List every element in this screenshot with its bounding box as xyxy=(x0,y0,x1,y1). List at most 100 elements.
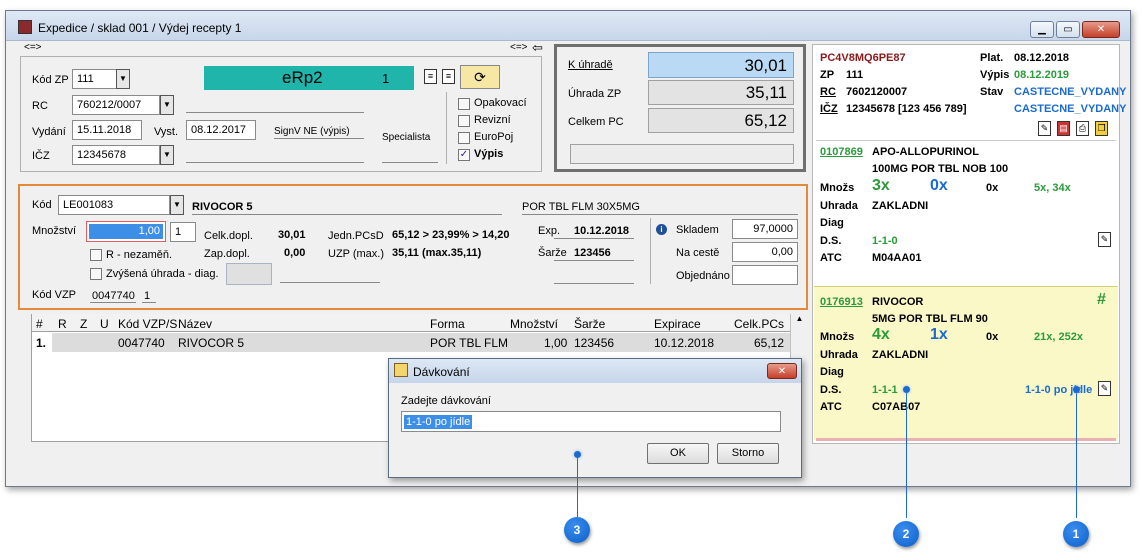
dosage-input[interactable]: 1-1-0 po jídle xyxy=(401,411,781,432)
card1-z: 0x xyxy=(986,182,999,194)
card1-q: 5x, 34x xyxy=(1034,182,1071,194)
marker1-line xyxy=(1076,388,1077,518)
row-sarze: 123456 xyxy=(574,336,615,350)
col-header-sarze[interactable]: Šarže xyxy=(574,317,605,331)
print-icon[interactable]: ⎙ xyxy=(1076,121,1089,136)
r-nezamen-checkbox[interactable] xyxy=(90,249,102,261)
col-header-num[interactable]: # xyxy=(36,317,43,331)
pdf-icon[interactable]: ▤ xyxy=(1057,121,1070,136)
side-icz-value: 12345678 [123 456 789] xyxy=(846,103,967,115)
dosage-input-value[interactable]: 1-1-0 po jídle xyxy=(404,415,473,429)
col-header-z[interactable]: Z xyxy=(80,317,87,331)
card2-x: 4x xyxy=(872,326,890,343)
kod-vzp-line xyxy=(90,302,136,303)
document-list-icon[interactable]: ≡ xyxy=(442,69,455,84)
card2-z: 0x xyxy=(986,331,999,343)
kod-zp-input[interactable]: 111 xyxy=(72,69,118,89)
card2-atc: C07AB07 xyxy=(872,401,921,413)
rc-dropdown[interactable]: ▼ xyxy=(160,95,174,115)
dialog-title-bar: Dávkování ✕ xyxy=(389,359,801,383)
k-uhrade-value: 30,01 xyxy=(648,52,794,78)
copy-icon[interactable]: ❐ xyxy=(1095,121,1108,136)
row-mnozstvi: 1,00 xyxy=(544,336,568,350)
payment-note-field xyxy=(570,144,794,164)
card1-atc: M04AA01 xyxy=(872,252,922,264)
k-uhrade-label: K úhradě xyxy=(568,59,613,71)
exp-value: 10.12.2018 xyxy=(574,225,630,237)
dialog-close-button[interactable]: ✕ xyxy=(767,363,797,379)
col-header-kod-vzp[interactable]: Kód VZP/S xyxy=(118,317,177,331)
icz-dropdown[interactable]: ▼ xyxy=(160,145,174,165)
revizni-label: Revizní xyxy=(474,114,511,126)
row-expirace: 10.12.2018 xyxy=(654,336,715,350)
side-zp-value: 111 xyxy=(846,69,864,81)
vypis-checkbox[interactable]: ✓ xyxy=(458,149,470,161)
marker-2: 2 xyxy=(893,521,919,547)
zap-dopl-label: Zap.dopl. xyxy=(204,248,250,260)
stock-divider xyxy=(650,218,651,284)
kod-input[interactable]: LE001083 xyxy=(58,195,170,215)
row-nazev: RIVOCOR 5 xyxy=(178,336,245,350)
europoj-checkbox[interactable] xyxy=(458,132,470,144)
nav-toggle-right[interactable]: <=> xyxy=(510,42,528,53)
europoj-label: EuroPoj xyxy=(474,131,514,143)
revizni-checkbox[interactable] xyxy=(458,115,470,127)
back-arrow-icon[interactable]: ⇦ xyxy=(532,40,543,56)
card2-edit-icon[interactable]: ✎ xyxy=(1098,381,1111,396)
rc-input[interactable]: 760212/0007 xyxy=(72,95,160,115)
card2-mnozs-label: Množs xyxy=(820,331,855,343)
kod-dropdown[interactable]: ▼ xyxy=(170,195,184,215)
minimize-button[interactable]: ▁ xyxy=(1030,21,1054,38)
side-rc-label[interactable]: RC xyxy=(820,86,836,98)
zvysena-uhrada-checkbox[interactable] xyxy=(90,268,102,280)
icz-input[interactable]: 12345678 xyxy=(72,145,160,165)
mnozstvi-input[interactable]: 1,00 xyxy=(89,224,163,239)
uhrada-zp-value: 35,11 xyxy=(648,80,794,105)
close-button[interactable]: ✕ xyxy=(1082,21,1120,38)
edit-icon[interactable]: ✎ xyxy=(1038,121,1051,136)
drug-name-line xyxy=(192,214,502,215)
plat-label: Plat. xyxy=(980,52,1004,64)
col-header-nazev[interactable]: Název xyxy=(178,317,212,331)
jedn-label: Jedn.PCsD xyxy=(328,230,384,242)
celk-dopl-label: Celk.dopl. xyxy=(204,230,253,242)
maximize-button[interactable]: ▭ xyxy=(1056,21,1080,38)
col-header-forma[interactable]: Forma xyxy=(430,317,465,331)
vydani-input[interactable]: 15.11.2018 xyxy=(72,120,142,140)
col-header-expirace[interactable]: Expirace xyxy=(654,317,701,331)
ok-button[interactable]: OK xyxy=(647,443,709,464)
opakovaci-checkbox[interactable] xyxy=(458,98,470,110)
dialog-prompt: Zadejte dávkování xyxy=(401,395,491,407)
exp-line xyxy=(554,238,634,239)
col-header-mnozstvi[interactable]: Množství xyxy=(510,317,558,331)
marker3-dot xyxy=(574,451,581,458)
nav-toggle-left[interactable]: <=> xyxy=(24,42,42,53)
marker3-line xyxy=(577,455,578,517)
side-stav-value-2: CASTECNE_VYDANY xyxy=(1014,103,1127,115)
erp-banner: eRp2 1 xyxy=(204,66,414,90)
mnozstvi-field[interactable]: 1,00 xyxy=(86,221,166,242)
sync-button[interactable]: ⟳ xyxy=(460,65,500,89)
diagnosis-input[interactable] xyxy=(226,263,272,285)
plat-value: 08.12.2018 xyxy=(1014,52,1070,64)
card2-code[interactable]: 0176913 xyxy=(820,296,863,308)
card1-code[interactable]: 0107869 xyxy=(820,146,863,158)
col-header-u[interactable]: U xyxy=(100,317,109,331)
document-icon[interactable]: ≡ xyxy=(424,69,437,84)
info-icon[interactable]: i xyxy=(656,224,667,235)
card2-diag-label: Diag xyxy=(820,366,844,378)
kod-label: Kód xyxy=(32,199,52,211)
prescription-code: PC4V8MQ6PE87 xyxy=(820,52,906,64)
col-header-r[interactable]: R xyxy=(58,317,67,331)
side-icz-label[interactable]: IČZ xyxy=(820,103,838,115)
drug-form-line xyxy=(522,214,798,215)
storno-button[interactable]: Storno xyxy=(717,443,779,464)
mnozstvi-unit[interactable]: 1 xyxy=(170,222,196,242)
signv-status: SignV NE (výpis) xyxy=(274,126,350,137)
col-header-celk-pcs[interactable]: Celk.PCs xyxy=(734,317,784,331)
card2-o: 1x xyxy=(930,326,948,343)
kod-zp-dropdown[interactable]: ▼ xyxy=(116,69,130,89)
card1-edit-icon[interactable]: ✎ xyxy=(1098,232,1111,247)
vyst-input[interactable]: 08.12.2017 xyxy=(186,120,256,140)
card2-highlight[interactable] xyxy=(814,286,1118,440)
